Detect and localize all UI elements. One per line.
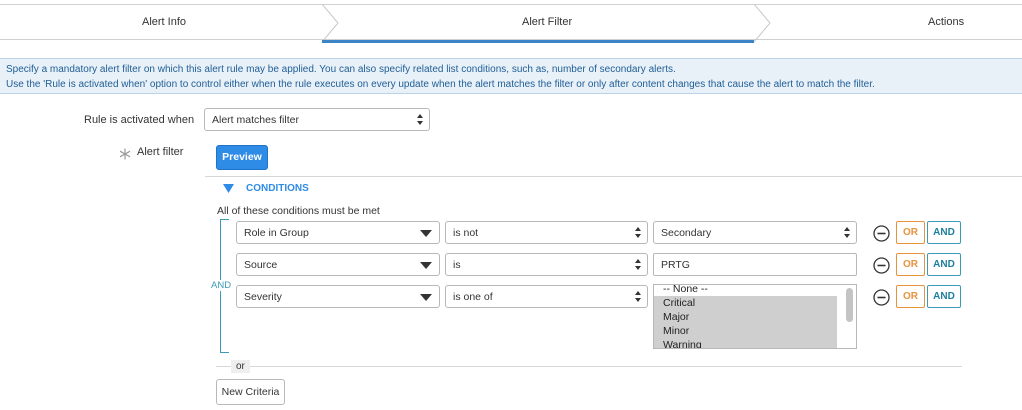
info-banner: Specify a mandatory alert filter on whic…	[0, 58, 1022, 94]
condition-operator-value: is	[453, 259, 461, 271]
chevron-down-icon	[420, 294, 432, 301]
listbox-option[interactable]: Minor	[654, 324, 837, 338]
remove-condition-icon[interactable]	[873, 257, 890, 274]
banner-line-1: Specify a mandatory alert filter on whic…	[6, 64, 676, 75]
step-alert-filter[interactable]: Alert Filter	[522, 16, 572, 28]
step-actions[interactable]: Actions	[928, 16, 964, 28]
chevron-down-icon	[420, 262, 432, 269]
condition-field-value: Role in Group	[244, 227, 309, 239]
step-divider	[753, 4, 771, 42]
and-button[interactable]: AND	[927, 221, 961, 244]
or-button[interactable]: OR	[896, 285, 925, 308]
condition-operator-select[interactable]: is not	[445, 221, 648, 244]
condition-field-value: Severity	[244, 291, 282, 303]
listbox-option[interactable]: Major	[654, 310, 837, 324]
condition-field-value: Source	[244, 259, 278, 271]
condition-value-input[interactable]: PRTG	[653, 253, 857, 276]
new-criteria-button[interactable]: New Criteria	[216, 379, 285, 405]
or-button[interactable]: OR	[896, 221, 925, 244]
and-button[interactable]: AND	[927, 253, 961, 276]
wizard-steps: Alert Info Alert Filter Actions	[0, 4, 1022, 43]
or-separator-label: or	[231, 360, 250, 373]
rule-activated-value: Alert matches filter	[212, 114, 299, 126]
collapse-triangle-icon[interactable]	[223, 184, 234, 194]
listbox-option[interactable]: Critical	[654, 296, 837, 310]
divider	[205, 176, 1022, 177]
remove-condition-icon[interactable]	[873, 225, 890, 242]
condition-value-select[interactable]: Secondary	[653, 221, 857, 244]
condition-value-listbox[interactable]: -- None -- Critical Major Minor Warning	[653, 284, 857, 349]
select-arrows-icon	[635, 226, 641, 239]
condition-field-select[interactable]: Role in Group	[236, 221, 440, 244]
condition-value: Secondary	[661, 227, 712, 239]
listbox-option[interactable]: Warning	[654, 338, 837, 348]
rule-activated-select[interactable]: Alert matches filter	[204, 108, 430, 131]
condition-operator-value: is one of	[453, 291, 493, 303]
conditions-header[interactable]: CONDITIONS	[246, 183, 309, 194]
listbox-option[interactable]: -- None --	[654, 285, 837, 296]
condition-operator-value: is not	[453, 227, 479, 239]
preview-button[interactable]: Preview	[216, 145, 268, 170]
and-group-label: AND	[210, 280, 233, 291]
select-arrows-icon	[635, 290, 641, 303]
active-step-indicator	[322, 40, 754, 43]
step-alert-info[interactable]: Alert Info	[142, 16, 186, 28]
condition-field-select[interactable]: Source	[236, 253, 440, 276]
banner-line-2: Use the 'Rule is activated when' option …	[6, 79, 875, 90]
or-button[interactable]: OR	[896, 253, 925, 276]
step-divider	[321, 4, 339, 42]
listbox-scrollbar[interactable]	[846, 288, 853, 322]
chevron-down-icon	[420, 230, 432, 237]
remove-condition-icon[interactable]	[873, 289, 890, 306]
select-arrows-icon	[417, 113, 423, 126]
select-arrows-icon	[844, 226, 850, 239]
and-button[interactable]: AND	[927, 285, 961, 308]
condition-operator-select[interactable]: is	[445, 253, 648, 276]
alert-filter-label: Alert filter	[137, 146, 184, 158]
condition-field-select[interactable]: Severity	[236, 285, 440, 308]
condition-operator-select[interactable]: is one of	[445, 285, 648, 308]
mandatory-asterisk-icon	[119, 148, 131, 160]
rule-activated-label: Rule is activated when	[84, 114, 195, 126]
condition-value: PRTG	[661, 259, 690, 271]
conditions-subtitle: All of these conditions must be met	[217, 205, 380, 217]
select-arrows-icon	[635, 258, 641, 271]
or-separator-line	[216, 366, 962, 367]
